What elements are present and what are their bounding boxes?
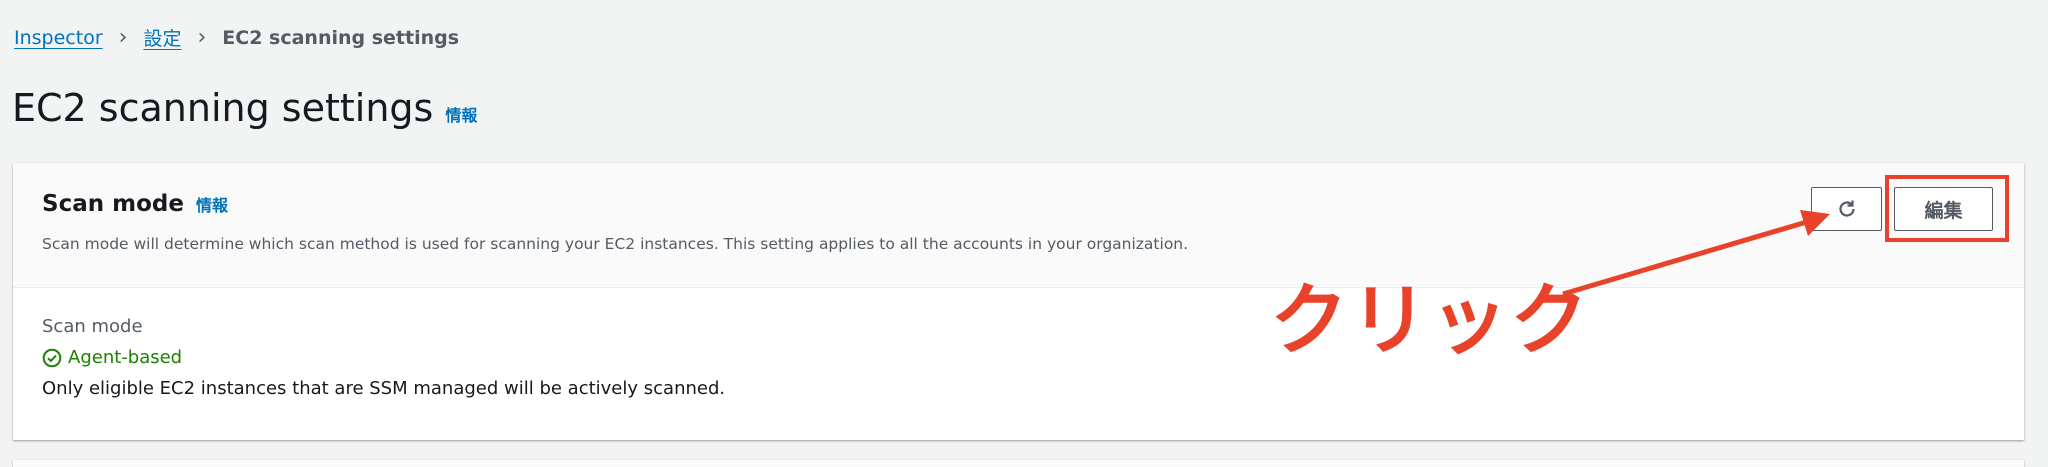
annotation-arrow-icon [1562, 210, 1830, 297]
